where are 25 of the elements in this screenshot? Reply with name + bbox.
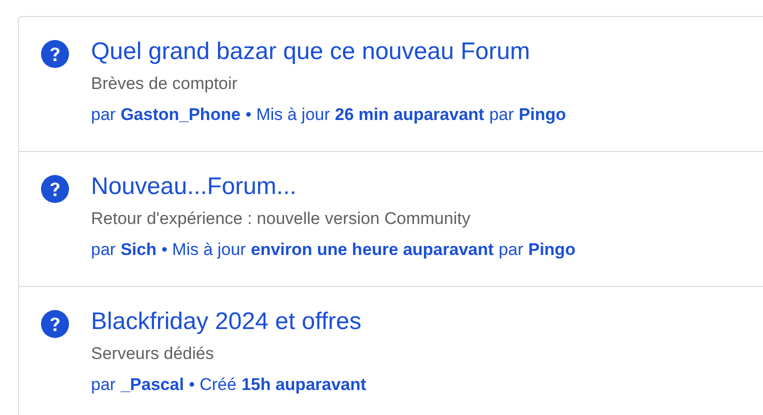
meta-link[interactable]: Sich	[120, 239, 156, 261]
meta-link[interactable]: 26 min auparavant	[334, 104, 484, 126]
meta-link[interactable]: _Pascal	[120, 374, 184, 396]
topic-title-link[interactable]: Blackfriday 2024 et offres	[91, 307, 362, 337]
meta-link[interactable]: Pingo	[518, 104, 566, 126]
meta-text: • Mis à jour	[161, 239, 246, 261]
meta-link[interactable]: 15h auparavant	[241, 374, 366, 396]
question-icon	[41, 310, 69, 338]
topic-category: Brèves de comptoir	[91, 73, 238, 95]
meta-text: par	[91, 104, 116, 126]
meta-text: par	[498, 239, 524, 261]
topic-title-link[interactable]: Nouveau...Forum...	[91, 172, 296, 202]
meta-link[interactable]: Pingo	[528, 239, 576, 261]
meta-text: par	[489, 104, 514, 126]
topic-category: Serveurs dédiés	[91, 343, 214, 365]
question-icon	[41, 175, 69, 203]
question-icon	[41, 40, 69, 68]
meta-text: • Créé	[188, 374, 236, 396]
meta-link[interactable]: Gaston_Phone	[120, 104, 241, 126]
meta-text: par	[91, 239, 116, 261]
meta-link[interactable]: environ une heure auparavant	[250, 239, 494, 261]
meta-text: par	[91, 374, 116, 396]
topic-title-link[interactable]: Quel grand bazar que ce nouveau Forum	[91, 37, 530, 67]
meta-text: • Mis à jour	[246, 104, 330, 126]
topic-category: Retour d'expérience : nouvelle version Community	[91, 208, 470, 230]
